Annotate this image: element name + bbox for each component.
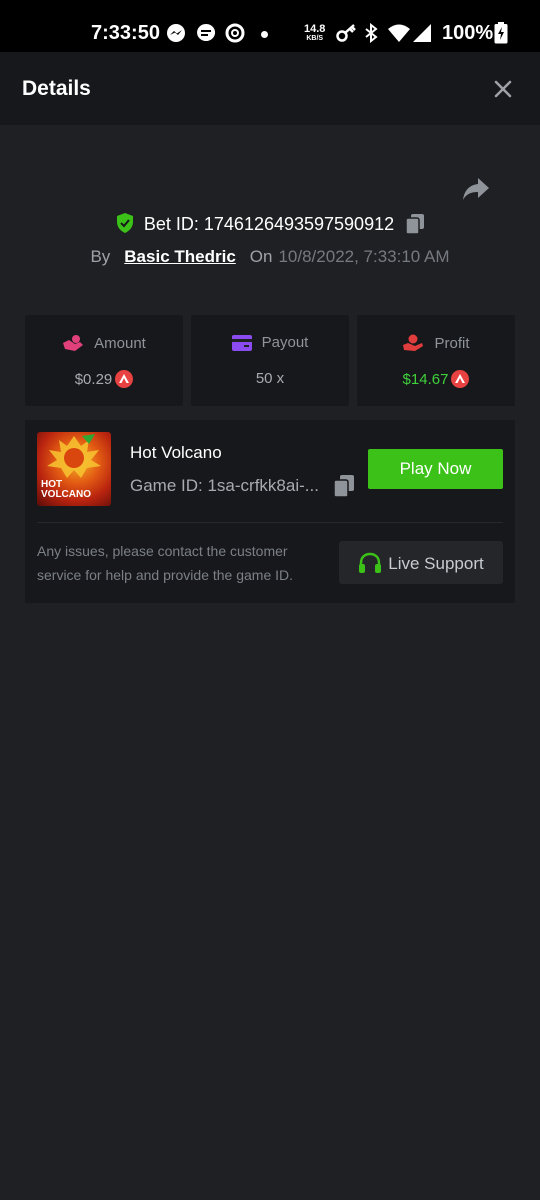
avax-coin-icon <box>115 370 134 388</box>
on-label: On <box>249 247 273 266</box>
status-time: 7:33:50 <box>91 22 160 44</box>
headset-icon <box>359 552 382 573</box>
dot-icon <box>261 31 268 38</box>
net-speed: 14.8 KB/S <box>304 23 326 43</box>
live-support-button[interactable]: Live Support <box>339 541 503 584</box>
money-hand-icon <box>63 335 84 351</box>
bet-id-row: Bet ID: 1746126493597590912 <box>0 213 540 235</box>
volcano-art <box>47 434 101 478</box>
game-id: Game ID: 1sa-crfkk8ai-... <box>130 476 319 495</box>
page-title: Details <box>22 77 91 100</box>
app-icon <box>225 23 245 43</box>
stat-label-amount: Amount <box>94 335 146 352</box>
bet-date: 10/8/2022, 7:33:10 AM <box>278 247 450 266</box>
avax-coin-icon <box>451 370 470 388</box>
signal-icon <box>413 24 431 42</box>
username-link[interactable]: Basic Thedric <box>124 247 236 266</box>
amount-card: Amount $0.29 <box>25 315 183 406</box>
profit-card: Profit $14.67 <box>357 315 515 406</box>
copy-icon[interactable] <box>406 214 425 234</box>
stat-label-payout: Payout <box>261 334 309 351</box>
live-support-label: Live Support <box>388 553 484 573</box>
by-label: By <box>90 247 111 266</box>
battery-percent: 100% <box>442 22 494 44</box>
hand-coin-icon <box>403 334 424 351</box>
stat-value-profit: $14.67 <box>402 371 449 388</box>
game-thumbnail[interactable]: HOT VOLCANO <box>37 432 111 506</box>
payout-card: Payout 50 x <box>191 315 349 406</box>
key-icon <box>336 24 356 42</box>
messenger-icon <box>167 24 185 42</box>
card-icon <box>231 335 252 351</box>
support-hint: Any issues, please contact the customer … <box>37 543 294 583</box>
wifi-icon <box>388 24 410 42</box>
play-now-button[interactable]: Play Now <box>368 449 503 489</box>
chat-icon <box>197 24 216 41</box>
share-icon[interactable] <box>462 177 490 201</box>
bluetooth-icon <box>365 23 378 43</box>
close-icon[interactable] <box>492 78 514 100</box>
bet-id: Bet ID: 1746126493597590912 <box>143 214 395 234</box>
divider <box>37 522 503 523</box>
stat-value-amount: $0.29 <box>74 371 113 388</box>
stat-value-payout: 50 x <box>255 370 285 387</box>
status-bar: 7:33:50 14.8 KB/S 100% <box>0 0 540 52</box>
stat-label-profit: Profit <box>434 335 470 352</box>
thumb-title-line2: VOLCANO <box>41 489 91 500</box>
battery-icon <box>494 22 508 44</box>
details-header: Details <box>0 52 540 125</box>
bet-meta-row: By Basic Thedric On 10/8/2022, 7:33:10 AM <box>0 247 540 267</box>
game-name: Hot Volcano <box>130 443 222 462</box>
game-card: HOT VOLCANO Hot Volcano Game ID: 1sa-crf… <box>25 420 515 603</box>
shield-check-icon <box>116 213 133 233</box>
copy-game-id-icon[interactable] <box>334 475 354 497</box>
